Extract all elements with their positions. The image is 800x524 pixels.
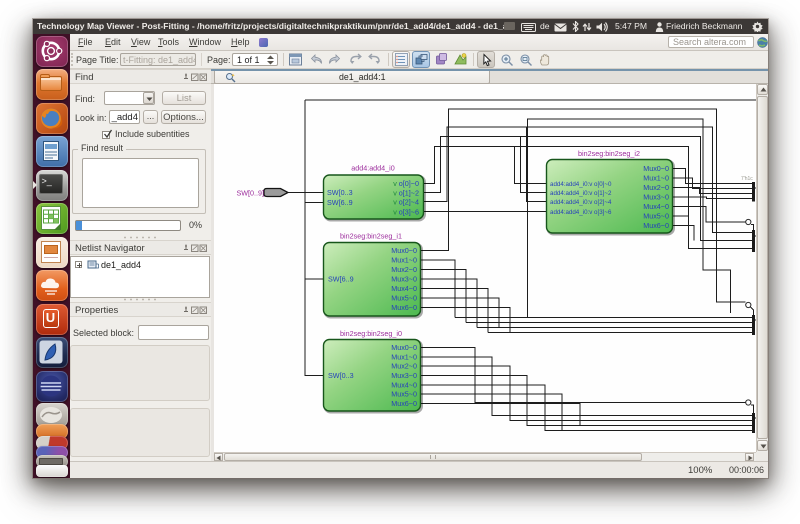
svg-text:Mux5~0: Mux5~0: [391, 294, 417, 303]
svg-text:SW[6..9: SW[6..9: [327, 198, 353, 207]
svg-text:Mux2~0: Mux2~0: [391, 265, 417, 274]
svg-text:Mux6~0: Mux6~0: [391, 303, 417, 312]
svg-text:Mux4~0: Mux4~0: [391, 380, 417, 389]
svg-text:Mux4~0: Mux4~0: [391, 284, 417, 293]
svg-text:v o[0]~0: v o[0]~0: [393, 179, 419, 188]
svg-text:v o[2]~4: v o[2]~4: [393, 198, 419, 207]
svg-text:Mux6~0: Mux6~0: [643, 221, 669, 230]
svg-text:Mux1~0: Mux1~0: [391, 256, 417, 265]
svg-text:add4:add4_i0:v o[3]~6: add4:add4_i0:v o[3]~6: [550, 209, 612, 216]
svg-text:Mux3~0: Mux3~0: [643, 193, 669, 202]
svg-text:Mux6~0: Mux6~0: [391, 399, 417, 408]
svg-text:Mux5~0: Mux5~0: [391, 390, 417, 399]
svg-text:SW[0..3: SW[0..3: [328, 371, 354, 380]
svg-text:add4:add4_i0:v o[1]~2: add4:add4_i0:v o[1]~2: [550, 190, 612, 197]
svg-text:Mux3~0: Mux3~0: [391, 275, 417, 284]
svg-text:v o[3]~6: v o[3]~6: [393, 208, 419, 217]
svg-text:Mux1~0: Mux1~0: [643, 174, 669, 183]
svg-text:Mux2~0: Mux2~0: [391, 362, 417, 371]
svg-text:Mux3~0: Mux3~0: [391, 371, 417, 380]
svg-text:Mux2~0: Mux2~0: [643, 183, 669, 192]
svg-text:v o[1]~2: v o[1]~2: [393, 189, 419, 198]
svg-text:Mux1~0: Mux1~0: [391, 352, 417, 361]
svg-text:SW[0..9]: SW[0..9]: [236, 189, 264, 198]
svg-text:Mux0~0: Mux0~0: [643, 164, 669, 173]
svg-text:Mux5~0: Mux5~0: [643, 212, 669, 221]
svg-text:add4:add4_i0:v o[2]~4: add4:add4_i0:v o[2]~4: [550, 199, 612, 206]
svg-text:add4:add4_i0:v o[0]~0: add4:add4_i0:v o[0]~0: [550, 181, 612, 188]
svg-text:add4:add4_i0: add4:add4_i0: [351, 164, 395, 173]
svg-text:Mux0~0: Mux0~0: [391, 246, 417, 255]
svg-text:bin2seg:bin2seg_i1: bin2seg:bin2seg_i1: [340, 232, 402, 241]
svg-text:SW[0..3: SW[0..3: [327, 188, 353, 197]
svg-text:bin2seg:bin2seg_i0: bin2seg:bin2seg_i0: [340, 329, 402, 338]
svg-text:SW[6..9: SW[6..9: [328, 275, 354, 284]
svg-text:7'h1c: 7'h1c: [741, 176, 753, 182]
svg-text:Mux4~0: Mux4~0: [643, 202, 669, 211]
svg-text:bin2seg:bin2seg_i2: bin2seg:bin2seg_i2: [578, 149, 640, 158]
svg-text:Mux0~0: Mux0~0: [391, 343, 417, 352]
